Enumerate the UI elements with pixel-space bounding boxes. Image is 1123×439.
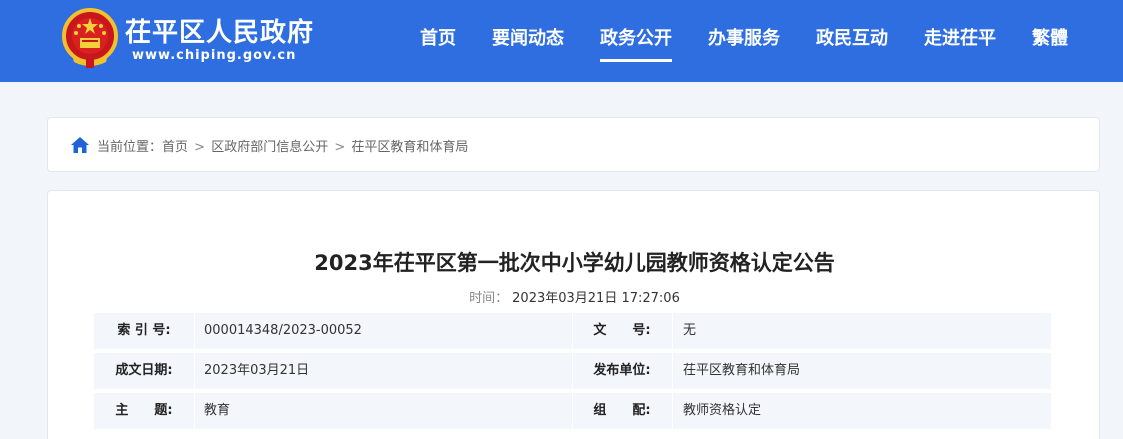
breadcrumb-home[interactable]: 首页 bbox=[162, 140, 188, 155]
breadcrumb-separator: > bbox=[194, 140, 206, 155]
nav-traditional-chinese[interactable]: 繁體 bbox=[1032, 24, 1068, 50]
article-title: 2023年茌平区第一批次中小学幼儿园教师资格认定公告 bbox=[314, 251, 835, 275]
home-icon[interactable] bbox=[70, 136, 90, 154]
meta-label-doc-number: 文 号: bbox=[593, 323, 651, 338]
meta-label-publisher: 发布单位: bbox=[593, 363, 651, 378]
breadcrumb-dept-info[interactable]: 区政府部门信息公开 bbox=[211, 140, 328, 155]
meta-row: 索 引 号: 000014348/2023-00052 文 号: 无 bbox=[94, 313, 1051, 349]
meta-row: 成文日期: 2023年03月21日 发布单位: 茌平区教育和体育局 bbox=[94, 353, 1051, 389]
breadcrumb-separator: > bbox=[334, 140, 346, 155]
time-label: 时间： bbox=[469, 291, 509, 306]
meta-row: 主 题: 教育 组 配: 教师资格认定 bbox=[94, 393, 1051, 429]
meta-value-date: 2023年03月21日 bbox=[204, 363, 310, 378]
nav-interaction[interactable]: 政民互动 bbox=[816, 24, 888, 50]
breadcrumb-prefix: 当前位置： bbox=[97, 140, 163, 155]
main-nav: 首页 要闻动态 政务公开 办事服务 政民互动 走进茌平 繁體 bbox=[0, 0, 1123, 82]
meta-label-topic: 主 题: bbox=[115, 403, 173, 418]
nav-gov-info[interactable]: 政务公开 bbox=[600, 24, 672, 62]
time-value: 2023年03月21日 17:27:06 bbox=[512, 291, 680, 306]
nav-services[interactable]: 办事服务 bbox=[708, 24, 780, 50]
meta-value-category: 教师资格认定 bbox=[683, 403, 762, 418]
breadcrumb-text: 当前位置：首页 > 区政府部门信息公开 > 茌平区教育和体育局 bbox=[97, 136, 468, 155]
meta-value-doc-number: 无 bbox=[683, 323, 697, 338]
meta-label-index: 索 引 号: bbox=[117, 323, 171, 338]
nav-news[interactable]: 要闻动态 bbox=[492, 24, 564, 50]
meta-value-index: 000014348/2023-00052 bbox=[204, 323, 362, 338]
article-panel: 2023年茌平区第一批次中小学幼儿园教师资格认定公告 时间： 2023年03月21… bbox=[47, 190, 1100, 439]
meta-value-publisher: 茌平区教育和体育局 bbox=[683, 363, 801, 378]
nav-about[interactable]: 走进茌平 bbox=[924, 24, 996, 50]
breadcrumb-edu-bureau[interactable]: 茌平区教育和体育局 bbox=[351, 140, 468, 155]
article-time: 时间： 2023年03月21日 17:27:06 bbox=[48, 287, 1101, 306]
meta-label-category: 组 配: bbox=[593, 403, 651, 418]
site-header: 茌平区人民政府 www.chiping.gov.cn 首页 要闻动态 政务公开 … bbox=[0, 0, 1123, 82]
nav-home[interactable]: 首页 bbox=[420, 24, 456, 50]
breadcrumb: 当前位置：首页 > 区政府部门信息公开 > 茌平区教育和体育局 bbox=[47, 117, 1100, 172]
meta-label-date: 成文日期: bbox=[115, 363, 173, 378]
meta-value-topic: 教育 bbox=[204, 403, 231, 418]
